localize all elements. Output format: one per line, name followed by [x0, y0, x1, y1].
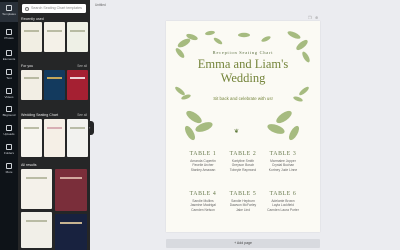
text-icon — [6, 69, 12, 75]
guest-list: Sandie Hepburn Dawson McFarley Jake Lind — [229, 199, 257, 212]
rail-label: Elements — [2, 57, 16, 61]
template-panel: Search Seating Chart templates Recently … — [18, 0, 90, 250]
table-name: TABLE 1 — [189, 151, 217, 157]
guest-list: Amanda Cupertin Pavelie Archer Stanley Ama… — [190, 159, 216, 172]
title-line-2: Wedding — [220, 71, 266, 85]
rail-label: More — [5, 170, 13, 174]
rail-videos[interactable]: Videos — [0, 85, 18, 105]
template-thumbnail[interactable] — [55, 169, 87, 211]
template-thumbnail[interactable] — [21, 169, 52, 209]
template-thumbnail[interactable] — [55, 214, 87, 250]
rail-label: Uploads — [3, 132, 15, 136]
template-thumbnail[interactable] — [67, 22, 88, 52]
rail-folders[interactable]: Folders — [0, 141, 18, 161]
table-block: TABLE 6 Adelante Brown Layla Lockfield Cam… — [263, 191, 303, 212]
table-block: TABLE 2 Kartyline Smith Greyson Bosch Tobe… — [223, 151, 263, 172]
rail-elements[interactable]: Elements — [0, 47, 18, 67]
see-all-link[interactable]: See all — [77, 113, 87, 117]
rail-background[interactable]: Bkground — [0, 103, 18, 123]
rail-label: Videos — [4, 95, 14, 99]
table-block: TABLE 1 Amanda Cupertin Pavelie Archer Sta… — [183, 151, 223, 172]
section-title-for-you: For you — [21, 64, 34, 68]
template-thumbnail[interactable] — [21, 70, 42, 100]
see-all-link[interactable]: See all — [77, 64, 87, 68]
background-icon — [6, 106, 12, 112]
duplicate-page-icon[interactable]: ❐ — [308, 15, 312, 20]
table-name: TABLE 4 — [189, 191, 217, 197]
rail-label: Text — [6, 76, 12, 80]
search-placeholder: Search Seating Chart templates — [31, 6, 82, 10]
guest-list: Sandie Mullins Jasmine Madrigal Camden Nel… — [190, 199, 216, 212]
template-search-input[interactable]: Search Seating Chart templates — [22, 4, 86, 13]
rail-text[interactable]: Text — [0, 66, 18, 86]
ornament-divider-icon: ❦ — [234, 129, 240, 135]
design-kicker: Reception Seating Chart — [212, 50, 274, 55]
upload-icon — [6, 125, 12, 131]
template-thumbnail[interactable] — [21, 119, 42, 157]
rail-label: Bkground — [2, 113, 16, 117]
rail-label: Templates — [2, 12, 16, 16]
guest-list: Kartyline Smith Greyson Bosch Tobeyle Raym… — [229, 159, 257, 172]
template-thumbnail[interactable] — [44, 70, 65, 100]
template-thumbnail[interactable] — [67, 70, 88, 100]
template-thumbnail[interactable] — [21, 22, 42, 52]
folder-icon — [6, 144, 12, 150]
rail-label: Photos — [4, 36, 14, 40]
add-page-icon[interactable]: ⊕ — [315, 15, 318, 20]
templates-icon — [6, 5, 12, 11]
shapes-icon — [6, 50, 12, 56]
design-title: Emma and Liam's Wedding — [166, 57, 320, 85]
rail-templates[interactable]: Templates — [0, 2, 18, 22]
template-thumbnail[interactable] — [44, 119, 65, 157]
guest-list: Adelante Brown Layla Lockfield Camden Laur… — [267, 199, 299, 212]
chevron-left-icon: ‹ — [89, 125, 91, 130]
table-name: TABLE 3 — [269, 151, 297, 157]
template-thumbnail[interactable] — [44, 22, 65, 52]
video-icon — [6, 88, 12, 94]
table-name: TABLE 5 — [229, 191, 257, 197]
table-name: TABLE 2 — [229, 151, 257, 157]
guest-list: Marmalee Jopper Crystal Buchan Kortney Jud… — [268, 159, 298, 172]
section-title-wedding: Wedding Seating Chart — [21, 113, 59, 117]
table-block: TABLE 5 Sandie Hepburn Dawson McFarley Jak… — [223, 191, 263, 212]
table-name: TABLE 6 — [269, 191, 297, 197]
section-title-all-results: All results — [21, 163, 37, 167]
template-thumbnail[interactable] — [21, 212, 52, 248]
add-page-button[interactable]: + Add page — [166, 239, 320, 248]
rail-more[interactable]: More — [0, 160, 18, 180]
design-subtitle: Sit back and celebrate with us! — [213, 96, 273, 101]
table-block: TABLE 4 Sandie Mullins Jasmine Madrigal Ca… — [183, 191, 223, 212]
rail-photos[interactable]: Photos — [0, 26, 18, 46]
search-icon — [25, 6, 29, 11]
workspace-topbar — [90, 0, 400, 10]
collapse-panel-button[interactable]: ‹ — [88, 121, 94, 135]
table-block: TABLE 3 Marmalee Jopper Crystal Buchan Kor… — [263, 151, 303, 172]
more-icon — [6, 163, 12, 169]
design-page[interactable]: Reception Seating Chart Emma and Liam's … — [166, 21, 320, 232]
rail-uploads[interactable]: Uploads — [0, 122, 18, 142]
template-thumbnail[interactable] — [67, 119, 88, 157]
title-line-1: Emma and Liam's — [197, 57, 289, 71]
rail-label: Folders — [3, 151, 14, 155]
page-title[interactable]: Untitled — [95, 3, 106, 7]
photo-icon — [6, 29, 12, 35]
side-rail: Templates Photos Elements Text Videos Bk… — [0, 0, 18, 250]
section-title-recent: Recently used — [21, 17, 44, 21]
